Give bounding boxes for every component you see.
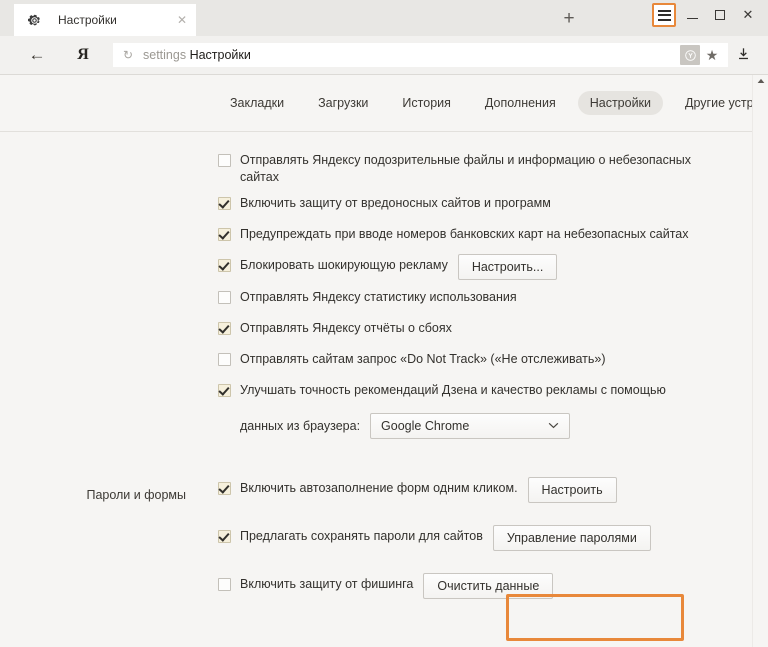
manage-passwords-button[interactable]: Управление паролями xyxy=(492,525,651,551)
checkbox-autofill-forms[interactable] xyxy=(218,482,231,495)
checkbox-malware-protection[interactable] xyxy=(218,197,231,210)
settings-page: Закладки Загрузки История Дополнения Нас… xyxy=(0,75,768,647)
setting-label: Отправлять Яндексу отчёты о сбоях xyxy=(240,321,452,335)
checkbox-offer-save-passwords[interactable] xyxy=(218,530,231,543)
reload-icon[interactable]: ↻ xyxy=(121,48,135,62)
tab-strip: Настройки ✕ + ✕ xyxy=(0,0,768,36)
setting-label: Предупреждать при вводе номеров банковск… xyxy=(240,227,689,241)
setting-row: Блокировать шокирующую рекламу Настроить… xyxy=(218,254,753,280)
checkbox-do-not-track[interactable] xyxy=(218,353,231,366)
setting-label: Отправлять Яндексу статистику использова… xyxy=(240,290,517,304)
gear-icon xyxy=(26,12,42,28)
section-label-protection xyxy=(0,152,202,160)
url-scheme: settings xyxy=(143,48,187,62)
checkbox-improve-zen-recommendations[interactable] xyxy=(218,384,231,397)
browser-window: Настройки ✕ + ✕ ← Я ↻ settings Настройки xyxy=(0,0,768,647)
checkbox-send-usage-stats[interactable] xyxy=(218,291,231,304)
yandex-logo-icon[interactable]: Я xyxy=(70,42,96,68)
maximize-icon xyxy=(715,10,725,20)
setting-row: Отправлять сайтам запрос «Do Not Track» … xyxy=(218,351,753,373)
settings-tab-addons[interactable]: Дополнения xyxy=(473,91,568,115)
setting-row: Включить защиту от фишинга Очистить данн… xyxy=(218,573,753,599)
address-bar-actions: ★ xyxy=(680,43,724,67)
setting-label: Включить защиту от вредоносных сайтов и … xyxy=(240,196,551,210)
bookmark-star-icon[interactable]: ★ xyxy=(700,47,724,64)
close-window-button[interactable]: ✕ xyxy=(736,3,760,27)
section-rows-passwords: Включить автозаполнение форм одним клико… xyxy=(202,477,753,608)
tab-title: Настройки xyxy=(58,13,117,27)
setting-row: Отправлять Яндексу отчёты о сбоях xyxy=(218,320,753,342)
settings-tab-bookmarks[interactable]: Закладки xyxy=(218,91,296,115)
download-icon[interactable] xyxy=(728,47,758,64)
settings-tab-downloads[interactable]: Загрузки xyxy=(306,91,380,115)
chevron-down-icon xyxy=(548,419,559,433)
setting-row: Улучшать точность рекомендаций Дзена и к… xyxy=(218,382,753,404)
setting-label: Включить защиту от фишинга xyxy=(240,577,414,591)
section-rows-protection: Отправлять Яндексу подозрительные файлы … xyxy=(202,152,753,448)
setting-label: Отправлять Яндексу подозрительные файлы … xyxy=(240,153,691,184)
url-title: Настройки xyxy=(189,48,251,62)
browser-data-source-value: Google Chrome xyxy=(381,419,470,433)
navigation-toolbar: ← Я ↻ settings Настройки ★ xyxy=(0,36,768,74)
address-bar[interactable]: ↻ settings Настройки ★ xyxy=(113,43,728,67)
setting-row: Включить автозаполнение форм одним клико… xyxy=(218,477,753,503)
checkbox-send-suspicious-files[interactable] xyxy=(218,154,231,167)
settings-nav-tabs: Закладки Загрузки История Дополнения Нас… xyxy=(0,75,768,132)
setting-row: Включить защиту от вредоносных сайтов и … xyxy=(218,195,753,217)
configure-shocking-ads-button[interactable]: Настроить... xyxy=(457,254,558,280)
page-viewport: Закладки Загрузки История Дополнения Нас… xyxy=(0,74,768,647)
scroll-up-arrow-icon[interactable] xyxy=(756,78,765,85)
setting-row: Предупреждать при вводе номеров банковск… xyxy=(218,226,753,248)
window-controls: ✕ xyxy=(652,3,760,27)
yandex-badge-icon[interactable] xyxy=(680,45,700,65)
settings-tab-history[interactable]: История xyxy=(390,91,462,115)
setting-label: Предлагать сохранять пароли для сайтов xyxy=(240,529,483,543)
hamburger-lines xyxy=(657,9,671,21)
browser-data-source-label: данных из браузера: xyxy=(240,419,361,433)
setting-label: Отправлять сайтам запрос «Do Not Track» … xyxy=(240,352,606,366)
checkbox-bank-card-warning[interactable] xyxy=(218,228,231,241)
configure-autofill-button[interactable]: Настроить xyxy=(527,477,617,503)
close-icon[interactable]: ✕ xyxy=(174,12,190,28)
settings-content: Отправлять Яндексу подозрительные файлы … xyxy=(0,132,753,608)
checkbox-phishing-protection[interactable] xyxy=(218,578,231,591)
clear-data-button[interactable]: Очистить данные xyxy=(423,573,554,599)
checkbox-block-shocking-ads[interactable] xyxy=(218,259,231,272)
settings-section-protection: Отправлять Яндексу подозрительные файлы … xyxy=(0,152,753,448)
setting-row: Отправлять Яндексу подозрительные файлы … xyxy=(218,152,753,186)
browser-tab-settings[interactable]: Настройки ✕ xyxy=(14,4,196,36)
back-arrow-icon[interactable]: ← xyxy=(24,42,50,68)
setting-row: Предлагать сохранять пароли для сайтов У… xyxy=(218,525,753,551)
checkbox-send-crash-reports[interactable] xyxy=(218,322,231,335)
setting-label: Блокировать шокирующую рекламу xyxy=(240,258,448,272)
setting-label: Улучшать точность рекомендаций Дзена и к… xyxy=(240,383,666,397)
hamburger-menu-icon[interactable] xyxy=(652,3,676,27)
address-bar-text: settings Настройки xyxy=(143,48,251,62)
minimize-icon xyxy=(686,18,698,19)
settings-section-passwords: Пароли и формы Включить автозаполнение ф… xyxy=(0,477,753,608)
browser-data-source-row: данных из браузера: Google Chrome xyxy=(240,413,753,439)
minimize-button[interactable] xyxy=(680,3,704,27)
new-tab-button[interactable]: + xyxy=(558,8,580,30)
settings-tab-settings[interactable]: Настройки xyxy=(577,91,664,115)
vertical-scrollbar[interactable] xyxy=(752,75,768,647)
setting-row: Отправлять Яндексу статистику использова… xyxy=(218,289,753,311)
setting-label: Включить автозаполнение форм одним клико… xyxy=(240,481,518,495)
section-label-passwords: Пароли и формы xyxy=(86,488,186,502)
maximize-button[interactable] xyxy=(708,3,732,27)
browser-data-source-select[interactable]: Google Chrome xyxy=(370,413,571,439)
